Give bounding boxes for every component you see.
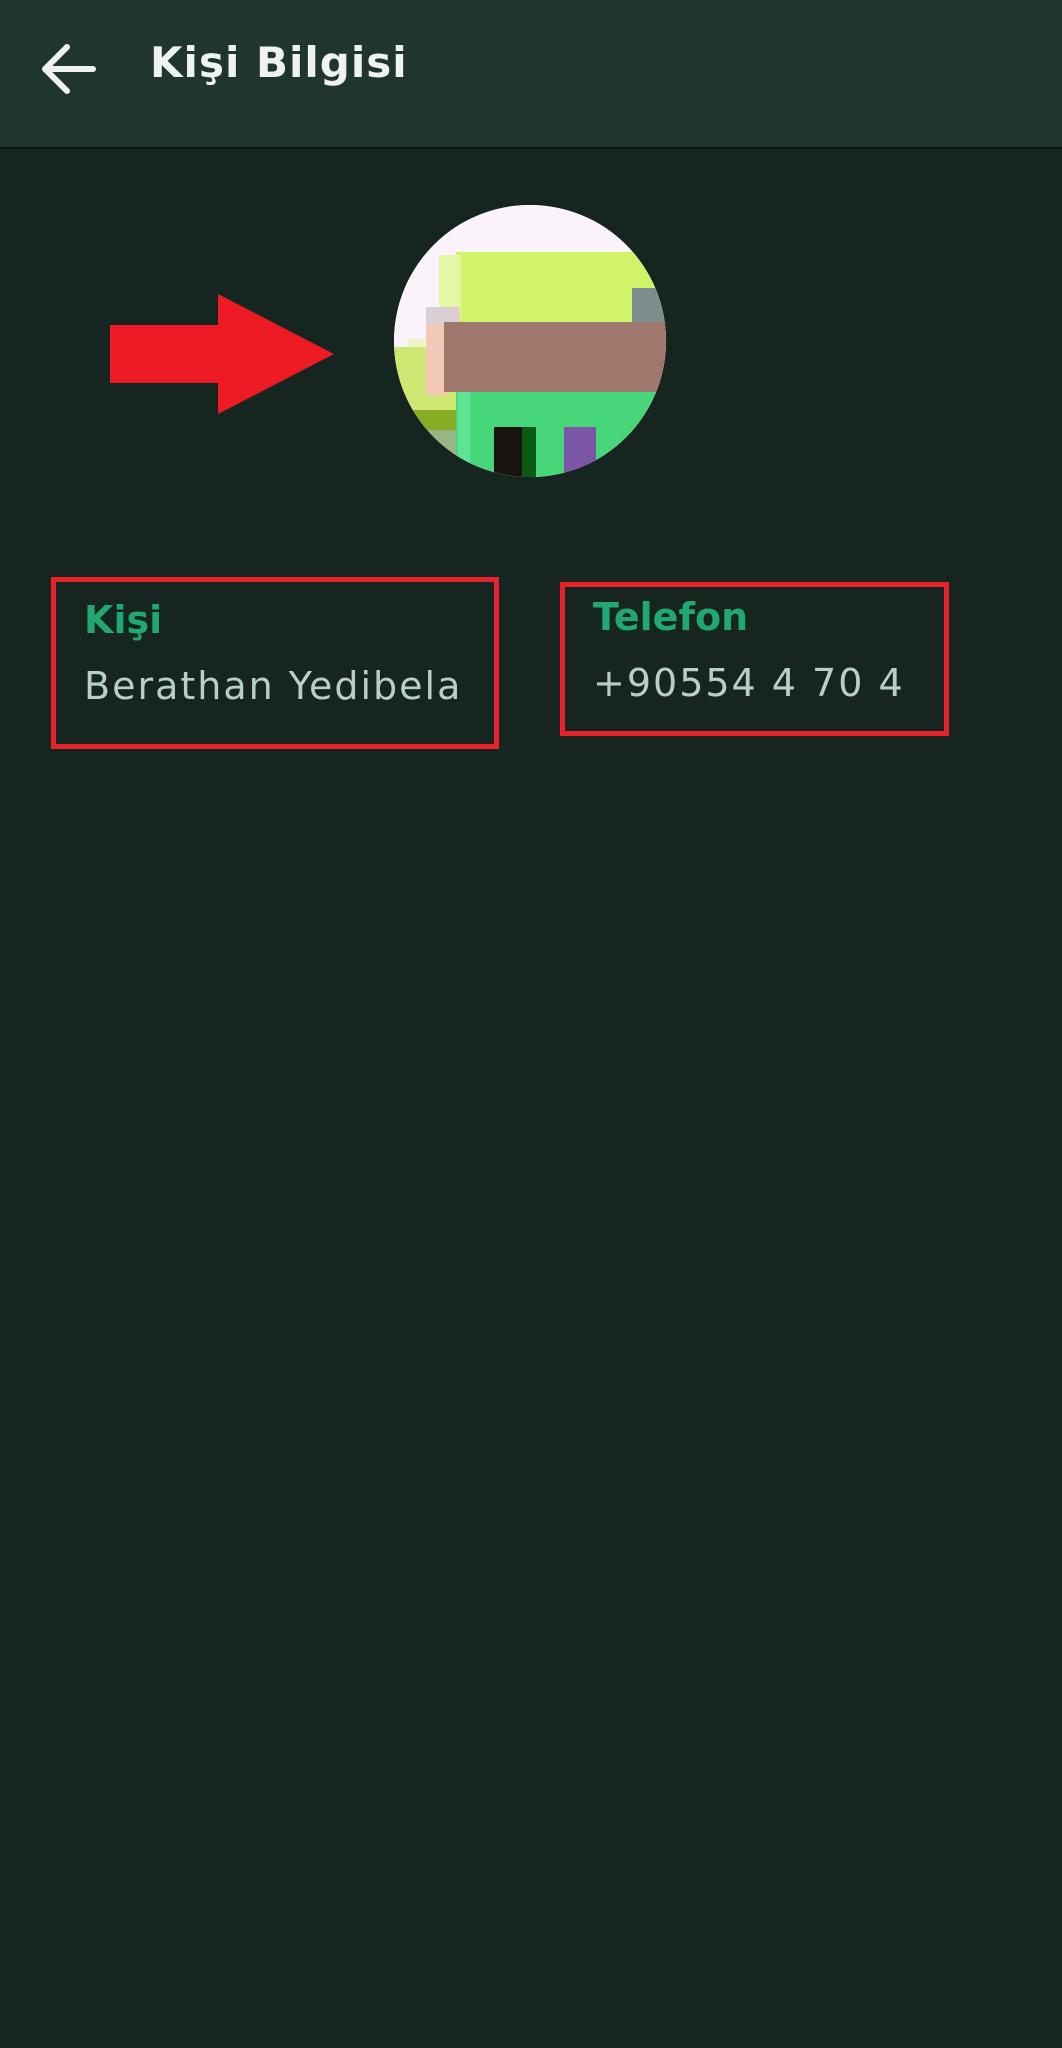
red-arrow-icon	[110, 294, 334, 414]
avatar-block	[456, 392, 666, 477]
contact-name-field[interactable]: Kişi Berathan Yedibela	[51, 577, 499, 749]
contact-label: Kişi	[84, 598, 163, 642]
contact-name-value: Berathan Yedibela	[84, 664, 463, 708]
page-title: Kişi Bilgisi	[150, 38, 408, 87]
avatar-block	[458, 392, 470, 477]
arrow-left-icon	[42, 44, 96, 94]
avatar-block	[564, 427, 596, 477]
back-button[interactable]	[28, 28, 110, 110]
avatar-block	[632, 288, 666, 322]
avatar-block	[444, 322, 666, 392]
phone-field[interactable]: Telefon +90554 4 70 4	[560, 582, 949, 736]
avatar-block	[426, 325, 446, 395]
phone-number-value: +90554 4 70 4	[593, 661, 905, 705]
phone-label: Telefon	[593, 595, 749, 639]
avatar-block	[522, 427, 536, 477]
contact-avatar[interactable]	[394, 205, 666, 477]
avatar-block	[394, 430, 464, 477]
app-bar: Kişi Bilgisi	[0, 0, 1062, 149]
